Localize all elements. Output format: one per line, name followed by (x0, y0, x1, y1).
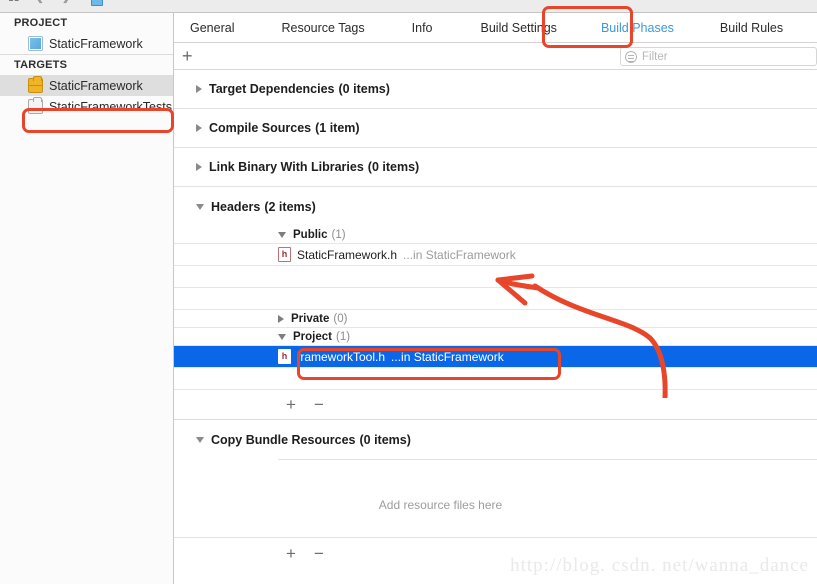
headers-phase-body: Public (1) h StaticFramework.h ...in Sta… (174, 226, 817, 420)
project-document-icon (28, 36, 43, 51)
phase-count: (2 items) (264, 199, 316, 214)
nav-forward-icon[interactable]: ❯ (61, 0, 72, 3)
phase-count: (1 item) (315, 121, 360, 135)
tab-general[interactable]: General (188, 21, 236, 35)
window-toolbar: ☷ ❮ ❯ StaticFramework (0, 0, 817, 13)
chevron-down-icon[interactable] (278, 333, 286, 340)
headers-group-private[interactable]: Private (0) (174, 310, 817, 328)
nav-back-icon[interactable]: ❮ (34, 0, 45, 3)
watermark: http://blog. csdn. net/wanna_dance (510, 555, 809, 576)
sidebar-group-targets: TARGETS (14, 59, 68, 71)
chevron-right-icon[interactable] (196, 85, 202, 93)
tab-resource-tags[interactable]: Resource Tags (279, 21, 366, 35)
build-phases-pane: + Filter Target Dependencies (0 items) C… (174, 43, 817, 584)
target-toolbox-yellow-icon (28, 76, 43, 93)
headers-group-public[interactable]: Public (1) (174, 226, 817, 244)
group-count: (1) (331, 228, 346, 241)
dropzone-hint: Add resource files here (378, 498, 503, 512)
file-location: ...in StaticFramework (403, 247, 516, 262)
group-count: (0) (333, 312, 348, 325)
headers-group-project[interactable]: Project (1) (174, 328, 817, 346)
sidebar-layout-icon[interactable]: ☷ (8, 0, 20, 3)
file-name: frameworkTool.h (297, 349, 386, 364)
phase-label: Compile Sources (209, 121, 312, 135)
empty-row (174, 368, 817, 390)
sidebar-item-target-staticframework[interactable]: StaticFramework (0, 75, 173, 96)
group-label: Private (291, 312, 330, 325)
phase-count: (0 items) (359, 432, 411, 447)
empty-row (174, 266, 817, 288)
empty-row (174, 288, 817, 310)
chevron-right-icon[interactable] (196, 124, 202, 132)
add-header-button[interactable]: + (286, 396, 296, 413)
chevron-right-icon[interactable] (278, 314, 284, 323)
resources-dropzone[interactable]: Add resource files here (174, 460, 817, 538)
target-toolbox-gray-icon (28, 97, 43, 114)
phase-copy-bundle-resources[interactable]: Copy Bundle Resources (0 items) (174, 420, 817, 459)
group-label: Public (293, 228, 328, 241)
phase-link-binary-with-libraries[interactable]: Link Binary With Libraries (0 items) (174, 148, 817, 187)
project-targets-sidebar: PROJECT StaticFramework TARGETS StaticFr… (0, 13, 174, 584)
navigation-arrows[interactable]: ❮ ❯ (34, 0, 85, 4)
build-phases-toolbar: + Filter (174, 43, 817, 70)
chevron-down-icon[interactable] (196, 436, 204, 443)
filter-placeholder: Filter (642, 50, 668, 63)
phase-label: Copy Bundle Resources (211, 432, 356, 447)
sidebar-group-project: PROJECT (14, 17, 68, 29)
phase-headers[interactable]: Headers (2 items) (174, 187, 817, 226)
sidebar-item-label: StaticFramework (49, 36, 143, 51)
file-location: ...in StaticFramework (391, 349, 504, 364)
sidebar-item-label: StaticFramework (49, 78, 143, 93)
header-file-row-selected[interactable]: h frameworkTool.h ...in StaticFramework (174, 346, 817, 368)
tab-build-settings[interactable]: Build Settings (479, 21, 559, 35)
tab-build-phases[interactable]: Build Phases (599, 21, 676, 35)
sidebar-item-project-staticframework[interactable]: StaticFramework (0, 33, 173, 54)
header-file-icon: h (278, 349, 291, 364)
document-icon (91, 0, 104, 6)
group-label: Project (293, 330, 332, 343)
file-name: StaticFramework.h (297, 247, 398, 262)
filter-input[interactable]: Filter (620, 47, 817, 66)
phase-count: (0 items) (338, 82, 390, 96)
tab-build-rules[interactable]: Build Rules (718, 21, 785, 35)
remove-header-button[interactable]: − (314, 396, 324, 413)
sidebar-item-target-staticframeworktests[interactable]: StaticFrameworkTests (0, 96, 173, 117)
phase-label: Target Dependencies (209, 82, 335, 96)
group-count: (1) (336, 330, 351, 343)
header-file-row[interactable]: h StaticFramework.h ...in StaticFramewor… (174, 244, 817, 266)
header-file-icon: h (278, 247, 291, 262)
document-title: StaticFramework (109, 0, 206, 3)
sidebar-item-label: StaticFrameworkTests (49, 99, 172, 114)
chevron-right-icon[interactable] (196, 163, 202, 171)
tab-info[interactable]: Info (410, 21, 435, 35)
phase-count: (0 items) (367, 160, 420, 174)
headers-add-remove-bar: + − (174, 390, 817, 420)
phase-target-dependencies[interactable]: Target Dependencies (0 items) (174, 70, 817, 109)
xcode-window: ☷ ❮ ❯ StaticFramework General Resource T… (0, 0, 817, 584)
editor-tab-bar: General Resource Tags Info Build Setting… (174, 13, 817, 43)
chevron-down-icon[interactable] (278, 231, 286, 238)
remove-resource-button[interactable]: − (314, 545, 324, 562)
add-resource-button[interactable]: + (286, 545, 296, 562)
chevron-down-icon[interactable] (196, 203, 204, 210)
phase-compile-sources[interactable]: Compile Sources (1 item) (174, 109, 817, 148)
phase-label: Headers (211, 199, 261, 214)
add-build-phase-button[interactable]: + (182, 47, 193, 65)
phase-label: Link Binary With Libraries (209, 160, 364, 174)
filter-icon (625, 50, 637, 63)
